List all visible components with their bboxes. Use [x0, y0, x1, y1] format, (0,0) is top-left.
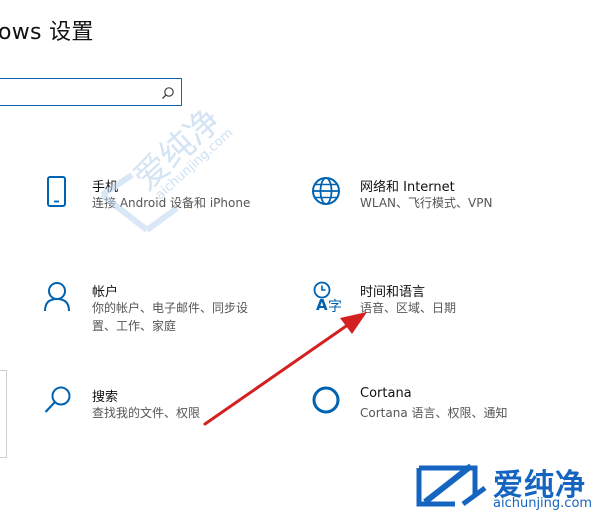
tile-description: 查找我的文件、权限 — [92, 406, 201, 420]
tile-description: 你的帐户、电子邮件、同步设置、工作、家庭 — [92, 301, 249, 333]
left-panel-edge — [0, 370, 7, 458]
time-language-icon: A字 — [312, 281, 352, 321]
settings-tile-cortana[interactable]: Cortana Cortana 语言、权限、通知 — [312, 386, 562, 456]
window-title: ows 设置 — [0, 20, 94, 45]
settings-tile-time-language[interactable]: A字 时间和语言 语音、区域、日期 — [312, 281, 562, 351]
tile-title: 搜索 — [92, 390, 119, 405]
logo-mark-icon — [416, 463, 487, 507]
tile-title: 网络和 Internet — [360, 180, 455, 195]
svg-text:字: 字 — [328, 299, 342, 315]
search-input[interactable] — [0, 79, 159, 107]
tile-title: 帐户 — [92, 285, 119, 300]
settings-tile-accounts[interactable]: 帐户 你的帐户、电子邮件、同步设置、工作、家庭 — [44, 281, 294, 351]
search-icon[interactable] — [161, 85, 175, 104]
person-icon — [44, 281, 84, 321]
tile-description: 连接 Android 设备和 iPhone — [92, 196, 251, 210]
tile-description: 语音、区域、日期 — [360, 301, 457, 315]
tile-title: 时间和语言 — [360, 285, 426, 300]
logo-text-cn: 爱纯净 — [493, 468, 586, 503]
settings-tile-network[interactable]: 网络和 Internet WLAN、飞行模式、VPN — [312, 176, 562, 246]
magnifier-icon — [44, 386, 84, 426]
settings-tile-search[interactable]: 搜索 查找我的文件、权限 — [44, 386, 294, 456]
site-logo: 爱纯净 aichunjing.com — [415, 460, 605, 512]
tile-title: 手机 — [92, 180, 119, 195]
tile-title: Cortana — [360, 386, 412, 401]
svg-text:A: A — [316, 296, 328, 314]
cortana-icon — [312, 386, 352, 426]
globe-icon — [312, 176, 352, 216]
search-box[interactable] — [0, 78, 182, 107]
tile-description: Cortana 语言、权限、通知 — [360, 406, 508, 420]
tile-description: WLAN、飞行模式、VPN — [360, 196, 493, 210]
settings-tile-phone[interactable]: 手机 连接 Android 设备和 iPhone — [44, 176, 294, 246]
phone-icon — [44, 176, 84, 216]
logo-text-en: aichunjing.com — [493, 496, 593, 511]
